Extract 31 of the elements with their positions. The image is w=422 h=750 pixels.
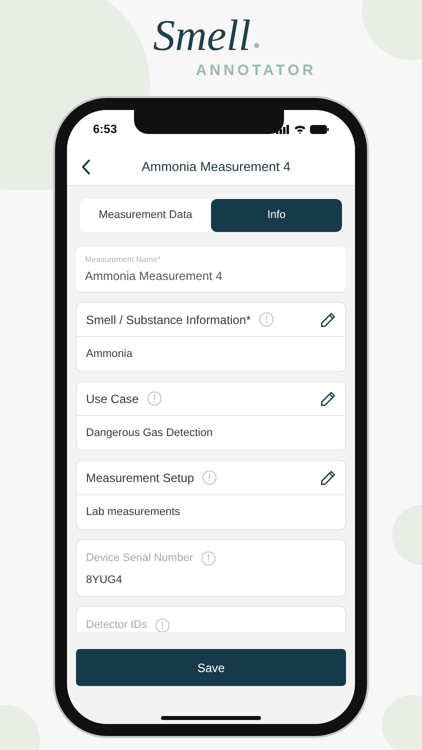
- edit-icon[interactable]: [320, 390, 336, 406]
- section-title: Detector IDs: [86, 618, 148, 632]
- section-title: Device Serial Number: [86, 551, 193, 566]
- field-label: Measurement Name*: [85, 254, 162, 266]
- info-icon: [146, 391, 162, 406]
- signal-icon: [276, 124, 290, 134]
- section-value: 8YUG4: [86, 572, 124, 588]
- logo-dot-icon: [254, 43, 259, 48]
- section-title: Use Case: [86, 390, 139, 408]
- section-title: Measurement Setup: [86, 470, 194, 486]
- section-title: Smell / Substance Information*: [86, 312, 251, 328]
- logo-subtitle: ANNOTATOR: [196, 61, 316, 81]
- name-field[interactable]: Measurement Name* Ammonia Measurement 4: [76, 247, 346, 293]
- screen-title: Ammonia Measurement 4: [142, 158, 290, 176]
- info-icon: [200, 550, 216, 566]
- save-button[interactable]: Save: [76, 649, 346, 686]
- section-value: Dangerous Gas Detection: [86, 426, 213, 441]
- info-icon: [202, 470, 218, 485]
- status-time: 6:53: [93, 121, 118, 138]
- logo-wordmark: Smell: [153, 12, 251, 60]
- segment-tab[interactable]: Info: [211, 199, 342, 232]
- back-icon: [81, 159, 91, 175]
- edit-icon[interactable]: [320, 312, 336, 328]
- section-value: Ammonia: [86, 346, 132, 362]
- field-value: Ammonia Measurement 4: [85, 268, 224, 285]
- wifi-icon: [294, 124, 306, 134]
- edit-icon[interactable]: [320, 470, 336, 486]
- info-icon: [258, 312, 274, 327]
- section-value: Lab measurements: [86, 504, 180, 520]
- info-icon: [155, 618, 170, 632]
- battery-icon: [310, 124, 329, 134]
